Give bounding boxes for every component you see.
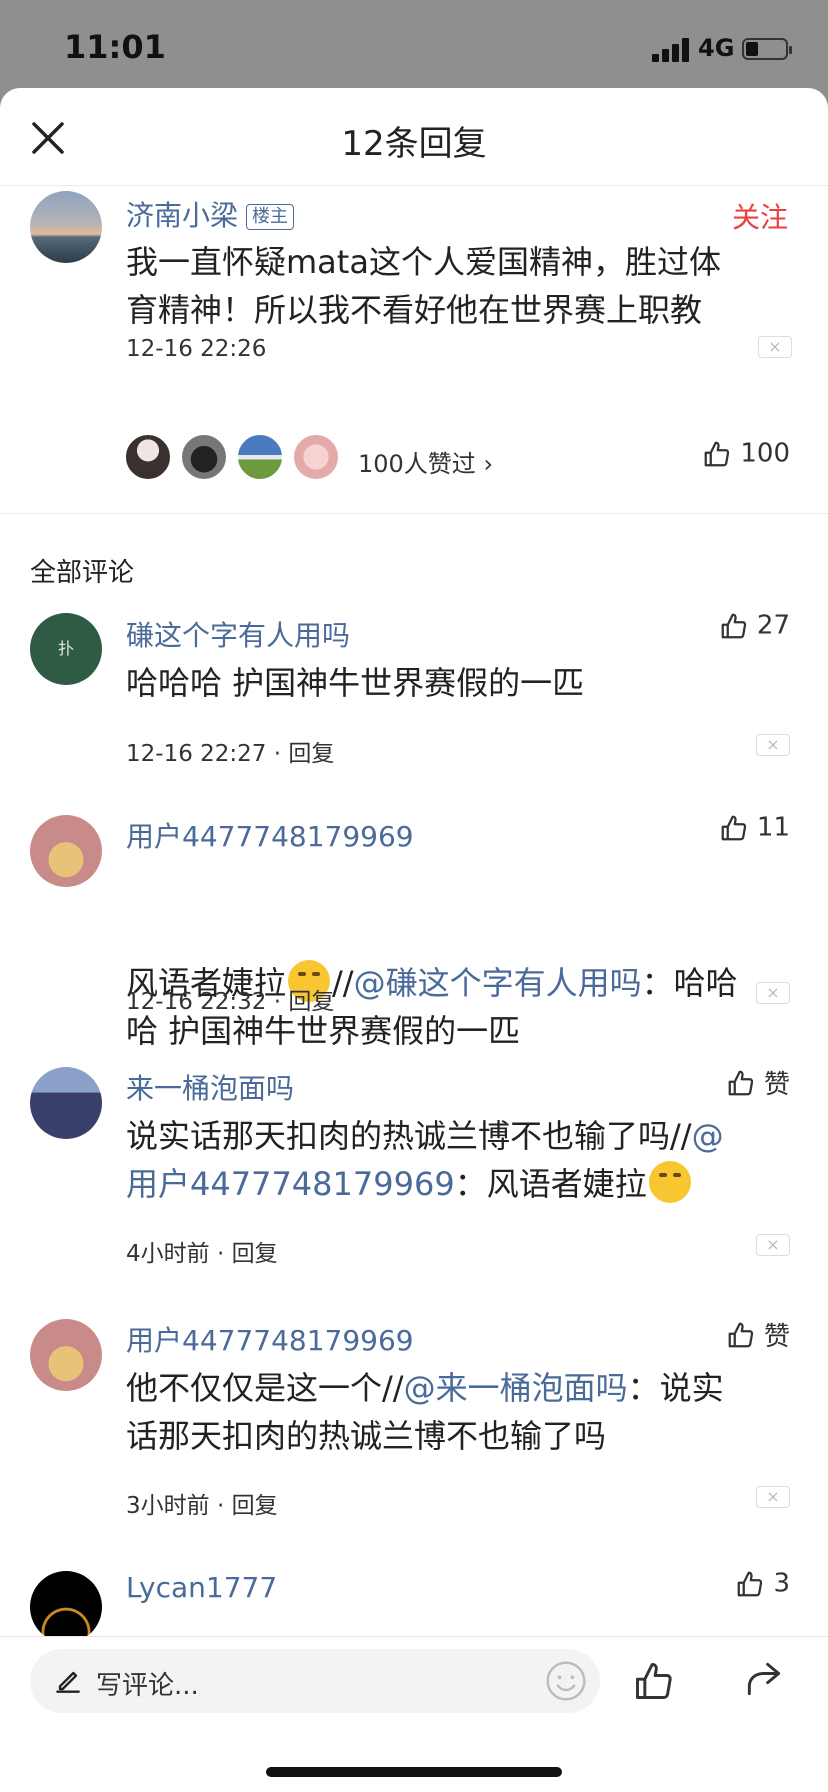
avatar[interactable] [30,1571,102,1643]
thumbs-up-icon[interactable] [632,1659,676,1703]
dislike-button[interactable]: × [756,1234,790,1256]
reply-author[interactable]: 用户4477748179969 [126,815,414,855]
reply-sheet: 12条回复 济南小梁 楼主 关注 我一直怀疑mata这个人爱国精神，胜过体 育精神… [0,88,828,1792]
reply-text-part: ：风语者婕拉 [454,1165,647,1203]
like-button[interactable]: 赞 [726,1316,790,1353]
likers-link[interactable]: 100人赞过 › [358,444,493,479]
thumbs-up-icon [704,441,730,466]
reply-author[interactable]: 磏这个字有人用吗 [126,614,350,654]
comment-placeholder: 写评论... [96,1671,199,1701]
status-bar: 11:01 4G [0,0,828,88]
comment-author[interactable]: 济南小梁 楼主 [126,194,295,234]
reply-text-line: 他不仅仅是这一个//@来一桶泡面吗：说实 [126,1364,806,1412]
comment-text: 我一直怀疑mata这个人爱国精神，胜过体 育精神！所以我不看好他在世界赛上职教 [126,238,796,334]
comment-text-line: 我一直怀疑mata这个人爱国精神，胜过体 [126,243,721,281]
mention-link[interactable]: @ [692,1117,724,1155]
liker-avatar[interactable] [292,433,340,481]
like-count: 赞 [763,1322,790,1352]
comment-input[interactable]: 写评论... [30,1649,600,1713]
smiley-icon[interactable] [544,1659,588,1703]
avatar[interactable]: 扑 [30,613,102,685]
like-button[interactable]: 赞 [726,1064,790,1101]
reply-text: 他不仅仅是这一个//@来一桶泡面吗：说实 话那天扣肉的热诚兰博不也输了吗 [126,1364,806,1460]
liker-avatar[interactable] [236,433,284,481]
thumbs-up-icon [728,1322,753,1347]
thumbs-up-icon [728,1070,753,1095]
dislike-button[interactable]: × [756,982,790,1004]
share-icon[interactable] [742,1657,786,1701]
reply-meta[interactable]: 3小时前 · 回复 [126,1486,278,1520]
crying-laughing-emoji-icon [648,1161,691,1203]
reply-meta[interactable]: 12-16 22:32 · 回复 [126,982,334,1016]
reply-text: 说实话那天扣肉的热诚兰博不也输了吗//@ 用户4477748179969：风语者… [126,1112,806,1208]
reply-text-part: 说实话那天扣肉的热诚兰博不也输了吗// [126,1117,692,1155]
battery-icon [742,38,792,60]
thumbs-up-icon [721,613,746,638]
reply-text-line: 用户4477748179969：风语者婕拉 [126,1160,806,1208]
avatar[interactable] [30,1067,102,1139]
pencil-icon [56,1671,80,1693]
section-divider [0,513,828,523]
comment-time: 12-16 22:26 [126,336,267,362]
bottom-bar: 写评论... [0,1636,828,1792]
reply-meta[interactable]: 4小时前 · 回复 [126,1234,278,1268]
reply-author[interactable]: 来一桶泡面吗 [126,1067,294,1107]
mention-link[interactable]: @磏这个字有人用吗 [354,964,642,1002]
signal-icon [652,36,696,62]
like-count: 100 [740,438,790,469]
mention-link[interactable]: 用户4477748179969 [126,1165,455,1203]
dislike-button[interactable]: × [758,336,792,358]
author-name[interactable]: 济南小梁 [126,199,238,232]
reply-text-part: // [332,964,354,1002]
avatar[interactable] [30,191,102,263]
section-title: 全部评论 [30,558,135,588]
reply-text-part: ：说实 [627,1369,724,1407]
like-button[interactable]: 3 [735,1568,790,1599]
reply-text-line: 话那天扣肉的热诚兰博不也输了吗 [126,1417,607,1455]
reply-author[interactable]: Lycan1777 [126,1571,277,1604]
network-label: 4G [698,34,735,62]
reply-text-line: 说实话那天扣肉的热诚兰博不也输了吗//@ [126,1112,806,1160]
dislike-button[interactable]: × [756,1486,790,1508]
liker-avatar[interactable] [180,433,228,481]
follow-button[interactable]: 关注 [732,196,788,236]
avatar[interactable] [30,1319,102,1391]
reply-text-part: ：哈哈 [641,964,738,1002]
dislike-button[interactable]: × [756,734,790,756]
like-count: 3 [773,1568,790,1599]
like-button[interactable]: 100 [702,438,790,469]
like-count: 赞 [763,1070,790,1100]
page-title: 12条回复 [341,124,487,164]
like-count: 11 [756,812,790,843]
reply-meta[interactable]: 12-16 22:27 · 回复 [126,734,334,768]
thumbs-up-icon [721,815,746,840]
sheet-header: 12条回复 [0,88,828,186]
reply-author[interactable]: 用户4477748179969 [126,1319,414,1359]
liker-avatar[interactable] [124,433,172,481]
likers-text[interactable]: 100人赞过 [358,450,476,478]
reply-text-part: 他不仅仅是这一个// [126,1369,404,1407]
mention-link[interactable]: @来一桶泡面吗 [404,1369,628,1407]
comment-text-line: 育精神！所以我不看好他在世界赛上职教 [126,291,703,329]
status-time: 11:01 [64,28,166,66]
like-count: 27 [756,610,790,641]
like-button[interactable]: 27 [719,610,790,641]
chevron-right-icon: › [483,450,494,478]
like-button[interactable]: 11 [719,812,790,843]
thumbs-up-icon [737,1571,763,1596]
reply-text: 哈哈哈 护国神牛世界赛假的一匹 [126,664,585,702]
owner-badge: 楼主 [246,204,295,230]
home-indicator [266,1767,562,1777]
avatar[interactable] [30,815,102,887]
